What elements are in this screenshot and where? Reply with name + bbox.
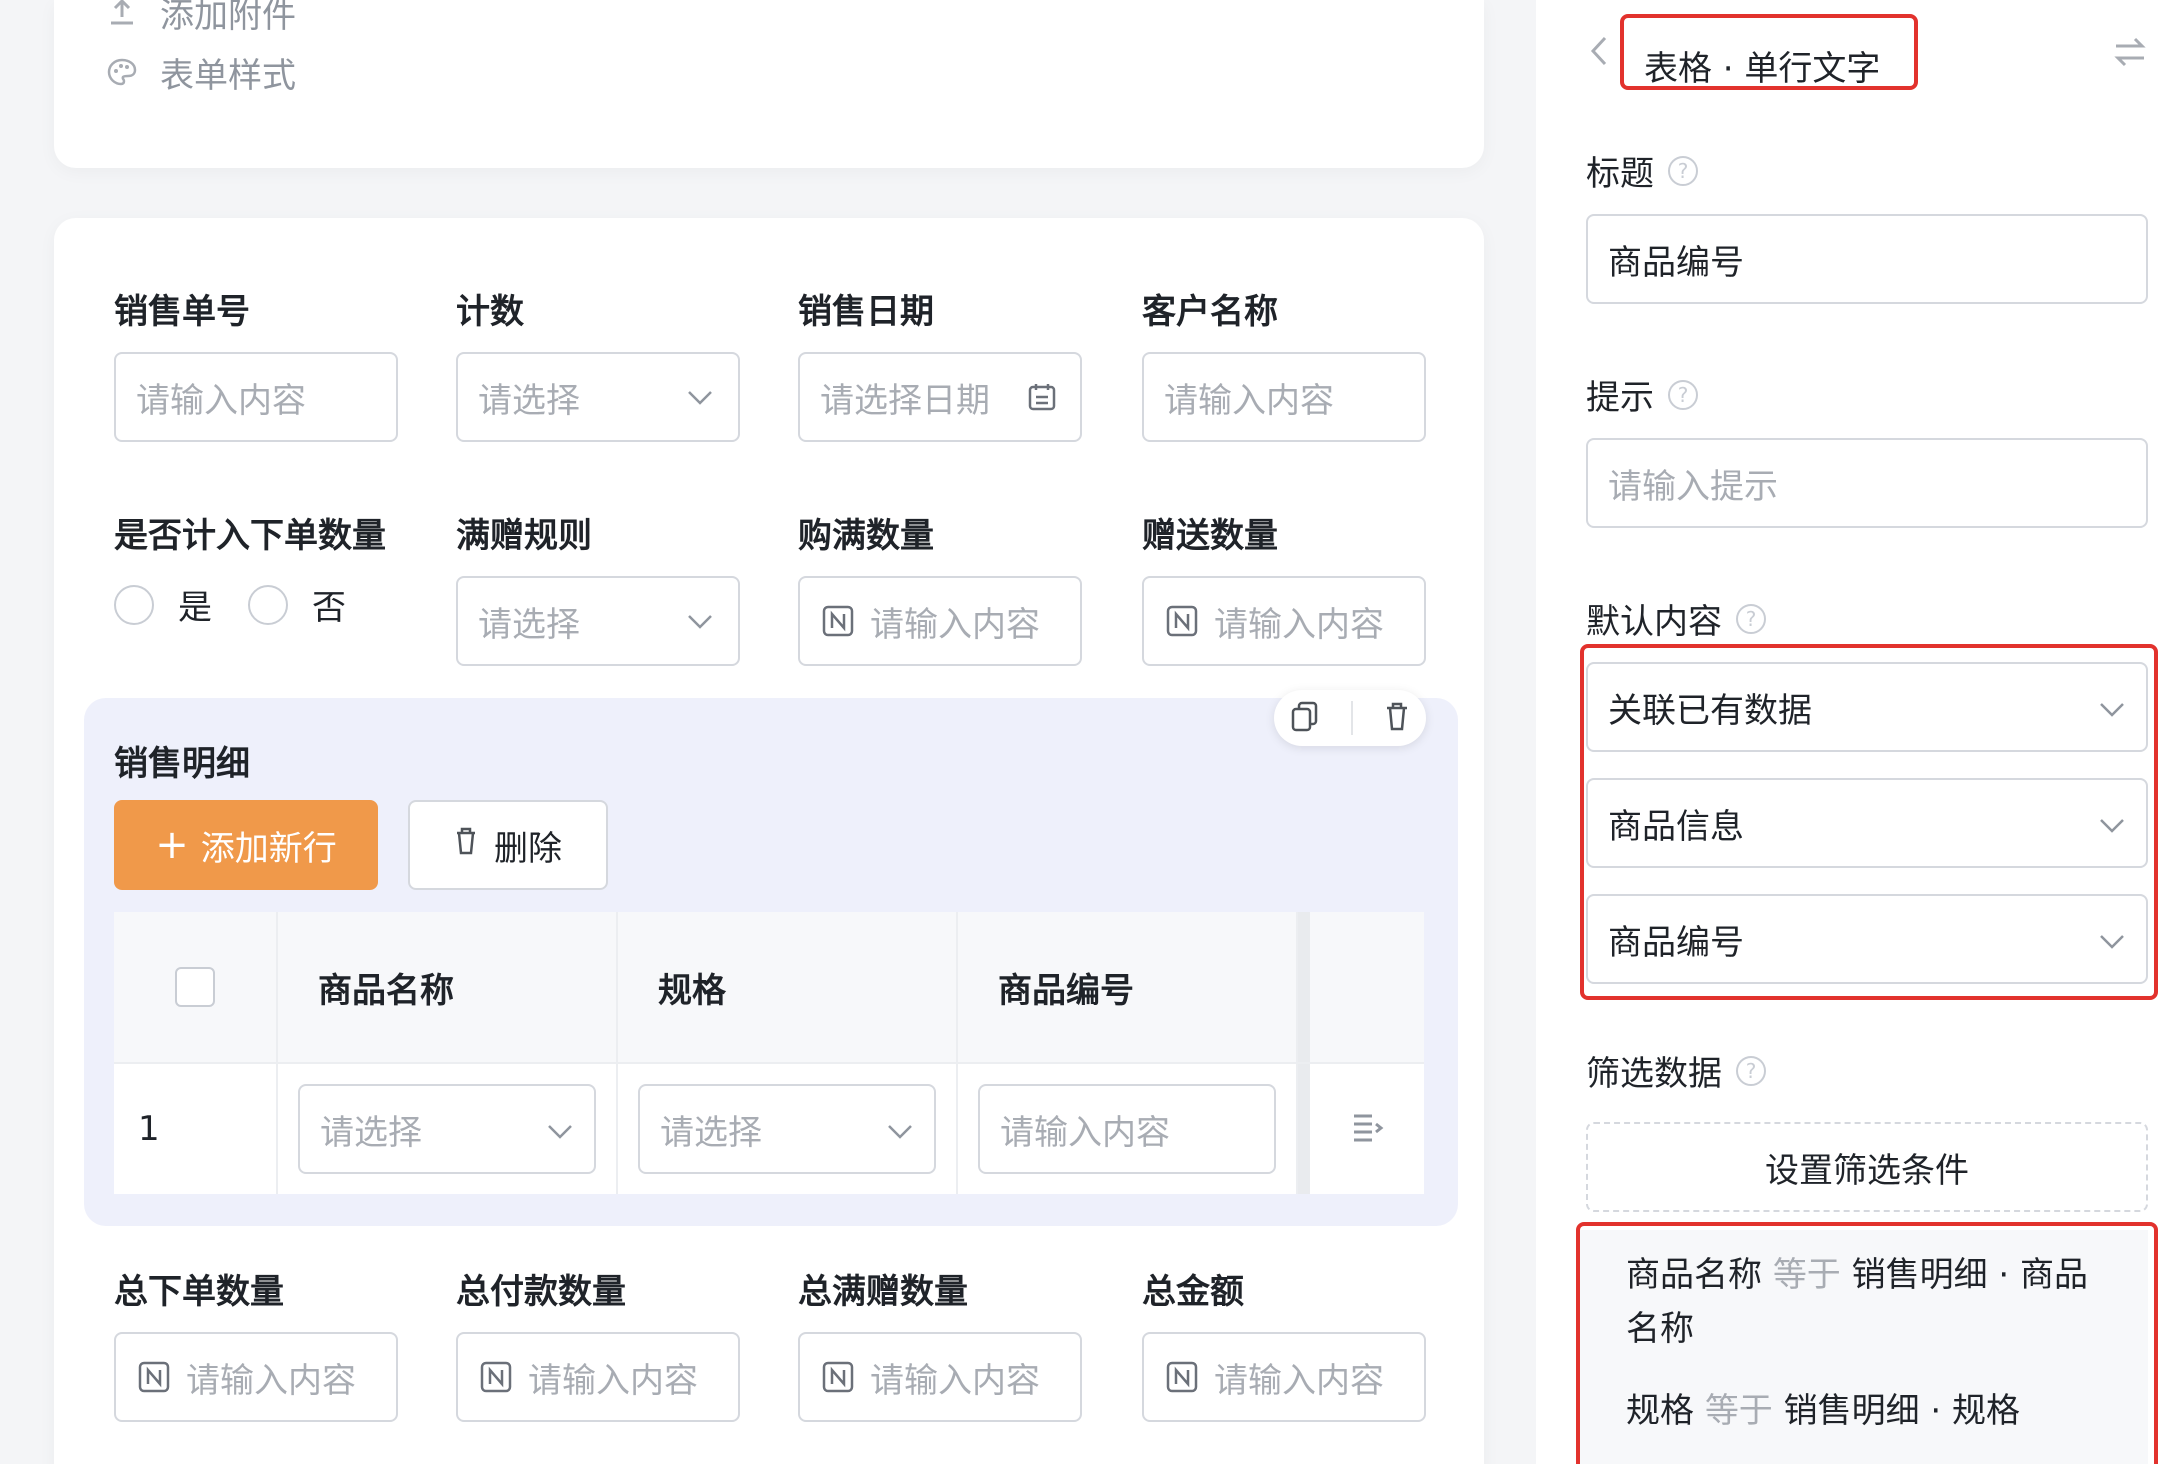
field-label-count: 计数 (456, 292, 524, 332)
filter-data-label: 筛选数据 ? (1586, 1046, 1766, 1095)
cell-spec: 请选择 (618, 1062, 958, 1194)
field-label-buy-qty: 购满数量 (798, 516, 934, 556)
column-header-product-no: 商品编号 (958, 912, 1298, 1062)
field-label-total-paid-qty: 总付款数量 (456, 1272, 626, 1312)
form-style-item[interactable]: 表单样式 (104, 48, 296, 97)
chevron-left-icon[interactable] (1588, 34, 1610, 72)
radio-circle (248, 584, 288, 625)
set-filter-button[interactable]: 设置筛选条件 (1586, 1122, 2148, 1212)
select-all-checkbox[interactable] (175, 967, 215, 1007)
add-attachment-label: 添加附件 (160, 0, 296, 36)
subtable-grid: 商品名称 规格 商品编号 1 请选择 请选择 请输入内容 (114, 912, 1424, 1194)
radio-no[interactable]: 否 (248, 580, 346, 629)
row-actions-cell (1310, 1062, 1424, 1194)
highlight-breadcrumb (1620, 14, 1918, 90)
chevron-down-icon (682, 603, 718, 639)
total-amount-input[interactable]: 请输入内容 (1142, 1332, 1426, 1422)
sales-date-picker[interactable]: 请选择日期 (798, 352, 1082, 442)
column-header-actions (1310, 912, 1424, 1062)
hint-label: 提示 ? (1586, 370, 1698, 419)
switch-icon[interactable] (2112, 34, 2148, 74)
frozen-divider (1298, 912, 1310, 1062)
highlight-filter-conditions (1576, 1222, 2158, 1464)
field-label-total-amount: 总金额 (1142, 1272, 1244, 1312)
gift-qty-input[interactable]: 请输入内容 (1142, 576, 1426, 666)
help-icon[interactable]: ? (1736, 1055, 1766, 1086)
chevron-down-icon (886, 1109, 914, 1149)
count-select[interactable]: 请选择 (456, 352, 740, 442)
cell-product-no: 请输入内容 (958, 1062, 1298, 1194)
header-select-cell (114, 912, 278, 1062)
add-row-button[interactable]: + 添加新行 (114, 800, 378, 890)
total-order-qty-input[interactable]: 请输入内容 (114, 1332, 398, 1422)
add-attachment-item[interactable]: 添加附件 (104, 0, 296, 37)
tools-divider (1350, 701, 1353, 735)
default-content-label: 默认内容 ? (1586, 594, 1766, 643)
field-label-gift-rule: 满赠规则 (456, 516, 592, 556)
subtable-tools (1274, 690, 1426, 746)
radio-yes[interactable]: 是 (114, 580, 212, 629)
gift-rule-select[interactable]: 请选择 (456, 576, 740, 666)
delete-rows-button[interactable]: 删除 (408, 800, 608, 890)
cell-product-name: 请选择 (278, 1062, 618, 1194)
product-name-select[interactable]: 请选择 (298, 1084, 596, 1174)
field-label-total-order-qty: 总下单数量 (114, 1272, 284, 1312)
number-icon (1164, 603, 1200, 639)
number-icon (478, 1359, 514, 1395)
field-label-count-in-order: 是否计入下单数量 (114, 516, 386, 556)
customer-name-input[interactable]: 请输入内容 (1142, 352, 1426, 442)
trash-icon[interactable] (1384, 700, 1410, 736)
field-label-total-gift-qty: 总满赠数量 (798, 1272, 968, 1312)
spec-select[interactable]: 请选择 (638, 1084, 936, 1174)
sales-no-input[interactable]: 请输入内容 (114, 352, 398, 442)
product-no-input[interactable]: 请输入内容 (978, 1084, 1276, 1174)
help-icon[interactable]: ? (1668, 155, 1698, 186)
field-label-gift-qty: 赠送数量 (1142, 516, 1278, 556)
help-icon[interactable]: ? (1736, 603, 1766, 634)
hint-input[interactable]: 请输入提示 (1586, 438, 2148, 528)
help-icon[interactable]: ? (1668, 379, 1698, 410)
field-label-customer: 客户名称 (1142, 292, 1278, 332)
buy-qty-input[interactable]: 请输入内容 (798, 576, 1082, 666)
number-icon (1164, 1359, 1200, 1395)
field-label-sales-date: 销售日期 (798, 292, 934, 332)
radio-circle (114, 584, 154, 625)
calendar-icon (1024, 379, 1060, 415)
plus-icon: + (155, 822, 189, 868)
highlight-default-content (1580, 644, 2158, 1000)
copy-icon[interactable] (1290, 700, 1320, 736)
number-icon (820, 603, 856, 639)
number-icon (136, 1359, 172, 1395)
row-detail-icon[interactable] (1350, 1110, 1384, 1148)
number-icon (820, 1359, 856, 1395)
form-style-label: 表单样式 (160, 56, 296, 96)
total-gift-qty-input[interactable]: 请输入内容 (798, 1332, 1082, 1422)
title-label: 标题 ? (1586, 146, 1698, 195)
trash-icon (454, 825, 478, 865)
subtable-title: 销售明细 (114, 744, 250, 784)
title-input[interactable]: 商品编号 (1586, 214, 2148, 304)
total-paid-qty-input[interactable]: 请输入内容 (456, 1332, 740, 1422)
palette-icon (104, 55, 140, 91)
frozen-divider (1298, 1062, 1310, 1194)
column-header-product-name: 商品名称 (278, 912, 618, 1062)
field-label-sales-no: 销售单号 (114, 292, 250, 332)
row-index: 1 (114, 1062, 278, 1194)
upload-icon (104, 0, 140, 31)
chevron-down-icon (546, 1109, 574, 1149)
column-header-spec: 规格 (618, 912, 958, 1062)
chevron-down-icon (682, 379, 718, 415)
